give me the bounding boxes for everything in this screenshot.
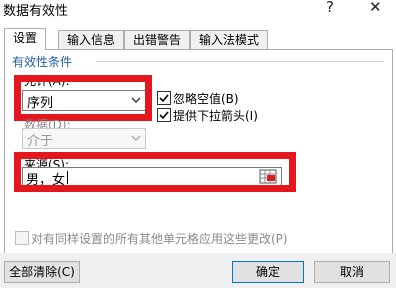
tab-ime-mode[interactable]: 输入法模式: [190, 30, 269, 49]
cancel-button[interactable]: 取消: [314, 261, 390, 283]
tab-error-alert[interactable]: 出错警告: [124, 30, 191, 49]
ignore-blank-checkbox[interactable]: [157, 91, 171, 105]
dialog-title: 数据有效性: [3, 4, 69, 19]
tab-strip: 设置 输入信息 出错警告 输入法模式: [4, 28, 390, 50]
data-select: 介于: [22, 128, 146, 149]
section-divider: [96, 61, 384, 62]
highlight-box-allow: [14, 75, 152, 121]
apply-all-checkbox: [15, 231, 29, 245]
dropdown-arrow-checkbox[interactable]: [157, 108, 171, 122]
data-value: 介于: [27, 134, 54, 149]
ignore-blank-label[interactable]: 忽略空值(B): [173, 90, 239, 107]
dropdown-arrow-label[interactable]: 提供下拉箭头(I): [173, 107, 258, 124]
highlight-box-source: [14, 152, 296, 192]
checkmark-icon: [159, 111, 169, 120]
ok-button[interactable]: 确定: [232, 261, 304, 283]
tab-settings[interactable]: 设置: [4, 28, 47, 50]
chevron-down-icon: [131, 135, 141, 141]
clear-all-button[interactable]: 全部清除(C): [4, 261, 80, 283]
apply-all-label: 对有同样设置的所有其他单元格应用这些更改(P): [31, 232, 288, 246]
close-button[interactable]: ✕: [369, 0, 382, 16]
tab-input-message[interactable]: 输入信息: [58, 30, 125, 49]
checkmark-icon: [159, 94, 169, 103]
help-button[interactable]: ?: [326, 0, 334, 16]
section-title: 有效性条件: [12, 55, 73, 69]
